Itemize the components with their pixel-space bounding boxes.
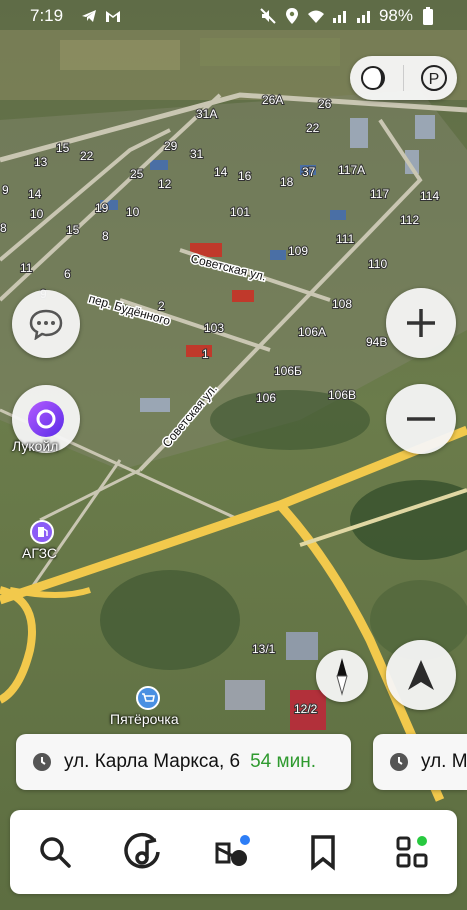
wifi-icon	[307, 7, 325, 25]
house-number: 101	[230, 205, 250, 219]
house-number: 11	[20, 261, 33, 275]
house-number: 1	[202, 347, 209, 361]
music-icon	[124, 832, 164, 872]
music-button[interactable]	[119, 827, 169, 877]
house-number: 117А	[338, 163, 365, 177]
house-number: 26	[318, 97, 332, 111]
poi-azs-label: АГЗС	[22, 545, 58, 561]
search-icon	[37, 834, 73, 870]
house-number: 114	[420, 189, 439, 203]
house-number: 13/1	[252, 642, 276, 656]
house-number: 25	[130, 167, 144, 181]
telegram-icon	[80, 7, 98, 25]
gmail-icon	[104, 7, 122, 25]
search-button[interactable]	[30, 827, 80, 877]
navigation-arrow-icon	[405, 658, 437, 692]
house-number: 14	[28, 187, 42, 201]
chat-bubble-icon	[28, 308, 64, 340]
house-number: 22	[80, 149, 94, 163]
house-number: 8	[102, 229, 109, 243]
signal-icon	[331, 7, 349, 25]
map-layers-pill: P	[350, 56, 457, 100]
house-number: 31А	[196, 107, 217, 121]
bookmarks-button[interactable]	[298, 827, 348, 877]
house-number: 19	[95, 201, 109, 215]
services-button[interactable]	[387, 827, 437, 877]
chat-button[interactable]	[12, 290, 80, 358]
house-number: 112	[400, 213, 419, 227]
plus-icon	[403, 305, 439, 341]
house-number: 109	[288, 244, 308, 258]
house-number: 6	[64, 267, 71, 281]
house-number: 94В	[366, 335, 387, 349]
house-number: 22	[306, 121, 320, 135]
transport-button[interactable]	[208, 827, 258, 877]
compass-icon	[327, 656, 357, 696]
house-number: 26А	[262, 93, 283, 107]
house-number: 106А	[298, 325, 326, 339]
zoom-out-button[interactable]	[386, 384, 456, 454]
battery-icon	[419, 7, 437, 25]
route-suggestion-card[interactable]: ул. Карла Маркса, 6 54 мин.	[16, 734, 351, 790]
clock-icon	[389, 752, 409, 772]
poi-pyaterochka-label: Пятёрочка	[110, 711, 179, 727]
house-number: 106	[256, 391, 276, 405]
house-number: 103	[204, 321, 224, 335]
clock-icon	[32, 752, 52, 772]
mute-icon	[259, 7, 277, 25]
house-number: 31	[190, 147, 204, 161]
house-number: 29	[164, 139, 178, 153]
my-location-button[interactable]	[386, 640, 456, 710]
house-number: 10	[126, 205, 140, 219]
house-number: 12/2	[294, 702, 318, 716]
minus-icon	[403, 401, 439, 437]
house-number: 13	[34, 155, 48, 169]
layers-icon[interactable]	[358, 63, 388, 93]
bottom-toolbar	[10, 810, 457, 894]
house-number: 8	[0, 221, 7, 235]
house-number: 18	[280, 175, 294, 189]
route-suggestion-card-2[interactable]: ул. Ма	[373, 734, 467, 790]
zoom-in-button[interactable]	[386, 288, 456, 358]
status-time: 7:19	[30, 6, 64, 25]
status-bar: 7:19 98%	[0, 0, 467, 32]
house-number: 106В	[328, 388, 356, 402]
transport-icon	[211, 832, 255, 872]
battery-percent: 98%	[378, 6, 413, 25]
house-number: 15	[66, 223, 80, 237]
house-number: 117	[370, 187, 389, 201]
house-number: 12	[158, 177, 172, 191]
route-address: ул. Карла Маркса, 6	[64, 751, 241, 772]
svg-text:P: P	[429, 71, 440, 88]
route-duration: 54 мин.	[250, 751, 316, 772]
location-icon	[283, 7, 301, 25]
house-number: 9	[2, 183, 9, 197]
house-number: 111	[336, 232, 355, 246]
alice-icon	[26, 399, 66, 439]
compass-button[interactable]	[316, 650, 368, 702]
house-number: 110	[368, 257, 387, 271]
house-number: 15	[56, 141, 70, 155]
services-icon	[392, 832, 432, 872]
house-number: 16	[238, 169, 252, 183]
house-number: 108	[332, 297, 352, 311]
route-address: ул. Ма	[421, 751, 467, 772]
parking-icon[interactable]: P	[419, 63, 449, 93]
bookmark-icon	[306, 833, 340, 871]
house-number: 106Б	[274, 364, 302, 378]
poi-lukoil-label: Лукойл	[12, 438, 59, 454]
house-number: 37	[302, 165, 316, 179]
signal-icon-2	[355, 7, 373, 25]
house-number: 14	[214, 165, 228, 179]
house-number: 10	[30, 207, 44, 221]
